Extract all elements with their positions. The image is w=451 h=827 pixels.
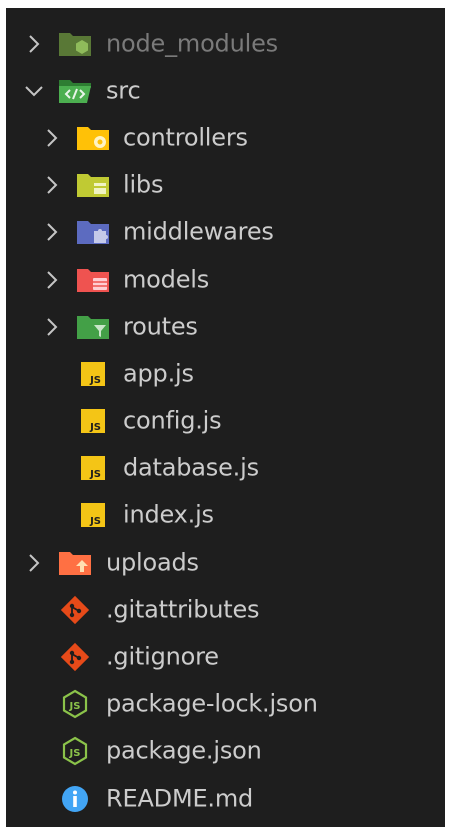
javascript-file-icon: JS [76,453,110,483]
svg-text:JS: JS [89,469,101,480]
nodejs-icon: JS [58,736,92,766]
svg-text:JS: JS [89,422,101,433]
tree-item-label: config.js [123,406,222,435]
folder-node-icon [58,29,92,59]
javascript-file-icon: JS [76,359,110,389]
tree-item-label: controllers [123,123,248,152]
tree-item-label: README.md [106,784,254,813]
tree-item-package-lock-json[interactable]: JS package-lock.json [6,681,445,728]
folder-models-icon [76,265,110,295]
nodejs-icon: JS [58,689,92,719]
svg-text:JS: JS [89,516,101,527]
tree-item-label: models [123,264,210,293]
svg-text:JS: JS [89,375,101,386]
git-icon [58,642,92,672]
tree-item-readme-md[interactable]: README.md [6,775,445,822]
file-explorer-panel: node_modules src controllers libs middle… [6,8,445,827]
tree-item-label: uploads [106,548,199,577]
tree-item-index-js[interactable]: JS index.js [6,492,445,539]
tree-item-libs[interactable]: libs [6,162,445,209]
chevron-right-icon[interactable] [42,128,62,148]
tree-item-label: package-lock.json [106,689,318,718]
chevron-right-icon[interactable] [42,270,62,290]
javascript-file-icon: JS [76,500,110,530]
tree-item-label: routes [123,312,198,341]
folder-routes-icon [76,312,110,342]
tree-item-middlewares[interactable]: middlewares [6,209,445,256]
folder-libs-icon [76,170,110,200]
tree-item-label: node_modules [106,29,278,58]
git-icon [58,595,92,625]
tree-item-src[interactable]: src [6,67,445,114]
svg-text:JS: JS [69,701,81,712]
chevron-right-icon[interactable] [42,222,62,242]
tree-item-label: .gitattributes [106,595,260,624]
tree-item-app-js[interactable]: JS app.js [6,350,445,397]
info-icon [58,784,92,814]
tree-item-label: .gitignore [106,642,219,671]
folder-src-icon [58,76,92,106]
tree-item-models[interactable]: models [6,256,445,303]
chevron-right-icon[interactable] [24,34,44,54]
tree-item-node-modules[interactable]: node_modules [6,20,445,67]
tree-item-uploads[interactable]: uploads [6,539,445,586]
file-tree: node_modules src controllers libs middle… [6,20,445,822]
tree-item-controllers[interactable]: controllers [6,114,445,161]
tree-item-routes[interactable]: routes [6,303,445,350]
tree-item-label: package.json [106,736,262,765]
tree-item-label: database.js [123,453,259,482]
tree-item-label: middlewares [123,217,274,246]
chevron-right-icon[interactable] [42,175,62,195]
chevron-down-icon[interactable] [24,81,44,101]
tree-item-label: libs [123,170,164,199]
tree-item-database-js[interactable]: JS database.js [6,445,445,492]
chevron-right-icon[interactable] [42,317,62,337]
chevron-right-icon[interactable] [24,553,44,573]
tree-item-config-js[interactable]: JS config.js [6,398,445,445]
tree-item-label: src [106,76,141,105]
folder-upload-icon [58,548,92,578]
folder-middlewares-icon [76,217,110,247]
svg-text:JS: JS [69,748,81,759]
tree-item-package-json[interactable]: JS package.json [6,728,445,775]
tree-item-gitattributes[interactable]: .gitattributes [6,586,445,633]
folder-controllers-icon [76,123,110,153]
tree-item-gitignore[interactable]: .gitignore [6,633,445,680]
tree-item-label: app.js [123,359,194,388]
javascript-file-icon: JS [76,406,110,436]
tree-item-label: index.js [123,500,214,529]
